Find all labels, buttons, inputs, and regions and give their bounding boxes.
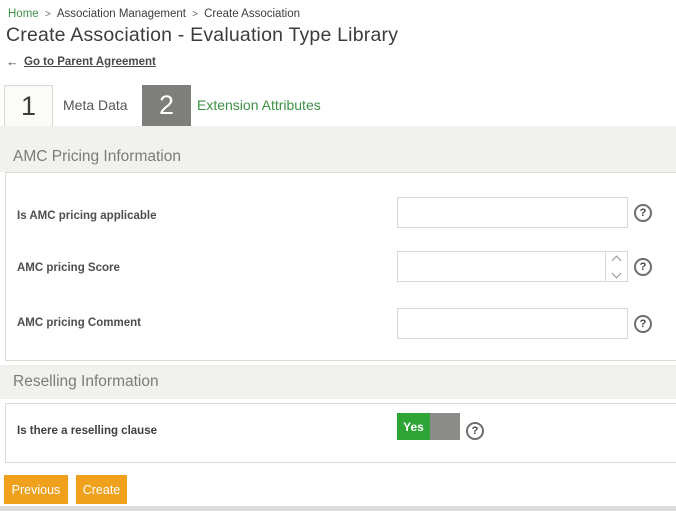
reselling-clause-label: Is there a reselling clause (17, 425, 157, 437)
page-title: Create Association - Evaluation Type Lib… (6, 24, 399, 46)
amc-pricing-comment-label: AMC pricing Comment (17, 317, 141, 329)
amc-pricing-score-input[interactable] (397, 251, 628, 282)
help-icon[interactable]: ? (634, 315, 652, 333)
go-to-parent-agreement-link[interactable]: ← Go to Parent Agreement (6, 54, 156, 69)
amc-pricing-comment-input[interactable] (397, 308, 628, 339)
previous-button[interactable]: Previous (4, 475, 68, 504)
help-icon[interactable]: ? (466, 422, 484, 440)
spinner-down-icon[interactable] (611, 268, 622, 278)
amc-pricing-score-field (397, 251, 628, 282)
breadcrumb-separator: > (191, 8, 199, 20)
amc-pricing-form-box: Is AMC pricing applicable ? AMC pricing … (5, 172, 676, 361)
amc-pricing-score-label: AMC pricing Score (17, 262, 120, 274)
tab-meta-data[interactable]: Meta Data (63, 85, 128, 126)
is-amc-pricing-applicable-label: Is AMC pricing applicable (17, 210, 157, 222)
footer-divider (0, 506, 676, 511)
breadcrumb-separator: > (44, 8, 51, 20)
toggle-handle[interactable] (430, 413, 460, 440)
reselling-form-box: Is there a reselling clause Yes ? (5, 403, 676, 463)
tab-extension-attributes[interactable]: Extension Attributes (197, 85, 321, 126)
create-association-page: Home > Association Management > Create A… (0, 0, 676, 511)
breadcrumb-association-management[interactable]: Association Management (57, 8, 186, 20)
breadcrumb-create-association: Create Association (204, 8, 300, 20)
back-arrow-icon: ← (6, 54, 19, 69)
is-amc-pricing-applicable-input[interactable] (397, 197, 628, 228)
reselling-clause-toggle[interactable]: Yes (397, 413, 460, 440)
help-icon[interactable]: ? (634, 204, 652, 222)
help-icon[interactable]: ? (634, 258, 652, 276)
reselling-section-header: Reselling Information (0, 365, 676, 399)
create-button[interactable]: Create (76, 475, 127, 504)
step-2-number: 2 (158, 90, 175, 120)
go-to-parent-agreement-label: Go to Parent Agreement (24, 55, 156, 68)
step-1-number: 1 (20, 91, 37, 121)
amc-pricing-section-header: AMC Pricing Information (0, 126, 676, 172)
spinner-up-icon[interactable] (611, 255, 622, 265)
number-spinner (605, 252, 627, 281)
breadcrumb-home[interactable]: Home (8, 8, 39, 20)
toggle-yes-segment[interactable]: Yes (397, 413, 430, 440)
breadcrumb: Home > Association Management > Create A… (8, 8, 300, 20)
